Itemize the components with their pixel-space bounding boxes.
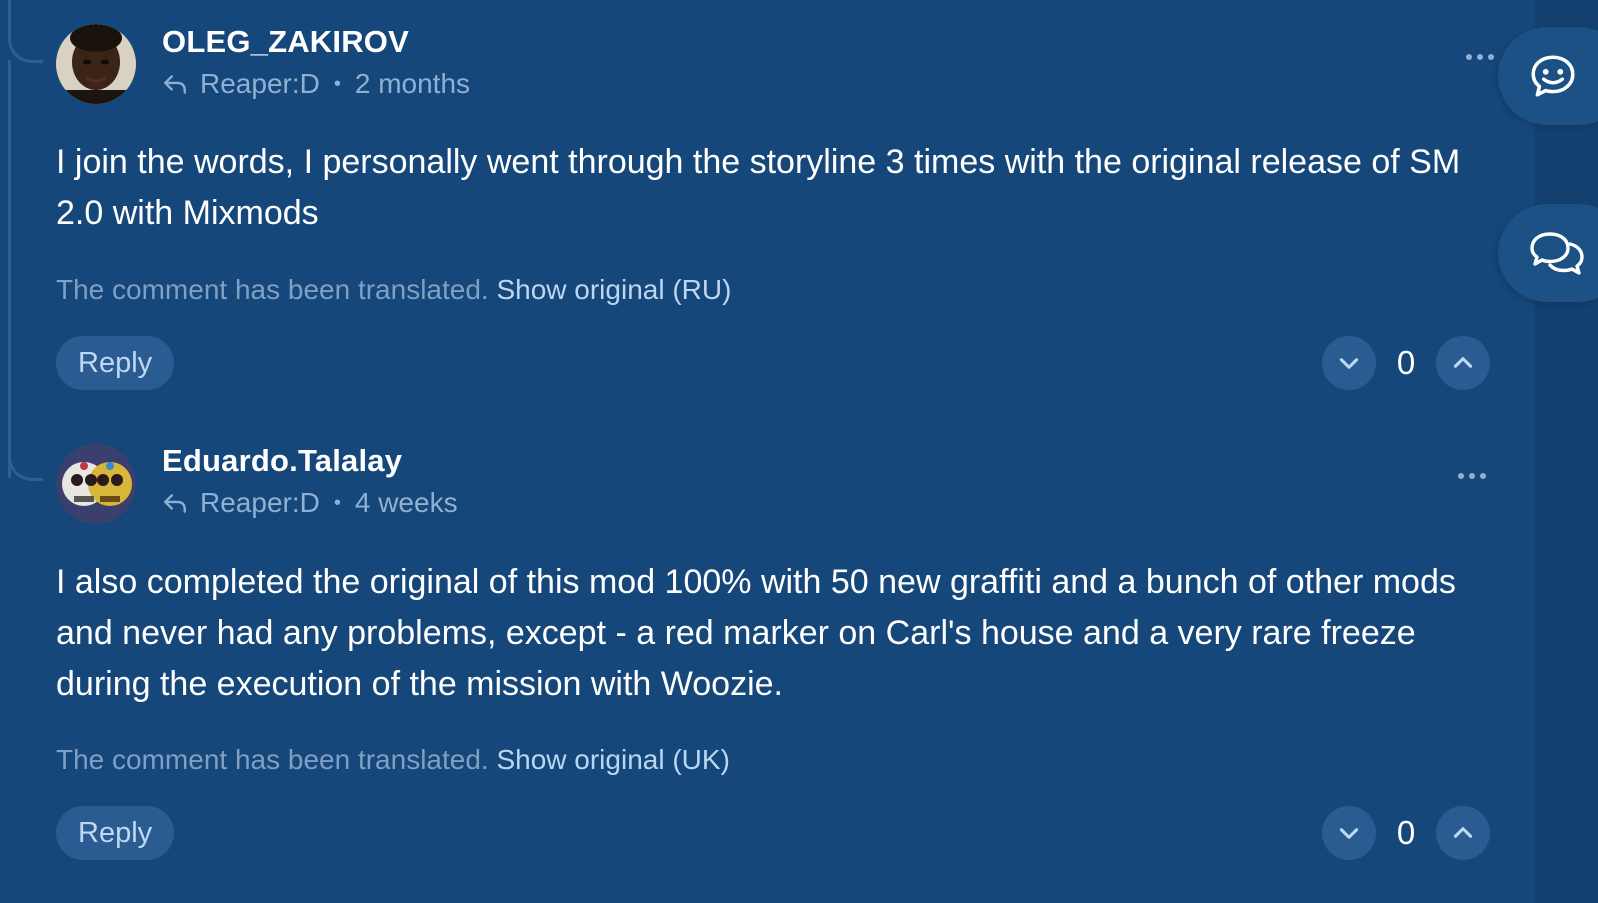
comment-item: Eduardo.Talalay Reaper:D • 4 weeks I als… bbox=[56, 440, 1496, 900]
smiley-chat-icon bbox=[1531, 55, 1575, 97]
comment-author[interactable]: Eduardo.Talalay bbox=[162, 443, 402, 479]
thread-connector bbox=[8, 300, 43, 481]
translation-note: The comment has been translated. Show or… bbox=[56, 744, 730, 776]
comment-thread-panel: OLEG_ZAKIROV Reaper:D • 2 months I join … bbox=[0, 0, 1535, 903]
downvote-button[interactable] bbox=[1322, 806, 1376, 860]
avatar[interactable] bbox=[56, 444, 136, 524]
more-options-button[interactable] bbox=[1452, 461, 1492, 491]
meta-separator: • bbox=[333, 491, 341, 514]
reply-arrow-icon bbox=[164, 75, 186, 94]
chevron-down-icon bbox=[1339, 358, 1359, 369]
chevron-down-icon bbox=[1339, 828, 1359, 839]
translation-note: The comment has been translated. Show or… bbox=[56, 274, 731, 306]
vote-controls: 0 bbox=[1322, 806, 1490, 860]
translated-label: The comment has been translated. bbox=[56, 274, 489, 305]
vote-count: 0 bbox=[1396, 344, 1416, 381]
thread-connector bbox=[8, 0, 43, 63]
reply-to-user[interactable]: Reaper:D bbox=[200, 68, 320, 100]
reply-to-user[interactable]: Reaper:D bbox=[200, 487, 320, 519]
comment-meta: Reaper:D • 4 weeks bbox=[162, 487, 458, 519]
more-options-button[interactable] bbox=[1460, 42, 1500, 72]
upvote-button[interactable] bbox=[1436, 806, 1490, 860]
comment-meta: Reaper:D • 2 months bbox=[162, 68, 470, 100]
vote-count: 0 bbox=[1396, 814, 1416, 851]
show-original-link[interactable]: Show original (UK) bbox=[496, 744, 729, 775]
comment-time: 4 weeks bbox=[354, 487, 458, 518]
avatar[interactable] bbox=[56, 24, 136, 104]
comments-screen: OLEG_ZAKIROV Reaper:D • 2 months I join … bbox=[0, 0, 1598, 903]
side-rail bbox=[1535, 0, 1598, 903]
comment-item: OLEG_ZAKIROV Reaper:D • 2 months I join … bbox=[56, 0, 1496, 420]
chat-bubbles-icon bbox=[1530, 232, 1584, 275]
reply-button[interactable]: Reply bbox=[56, 806, 175, 860]
comment-time: 2 months bbox=[354, 68, 471, 99]
emoji-reaction-button[interactable] bbox=[1498, 27, 1598, 125]
comments-button[interactable] bbox=[1498, 204, 1598, 302]
reply-arrow-icon bbox=[164, 494, 186, 513]
comment-text: I also completed the original of this mo… bbox=[56, 563, 1456, 703]
downvote-button[interactable] bbox=[1322, 336, 1376, 390]
show-original-link[interactable]: Show original (RU) bbox=[496, 274, 731, 305]
comment-text: I join the words, I personally went thro… bbox=[56, 143, 1461, 232]
meta-separator: • bbox=[333, 72, 341, 95]
vote-controls: 0 bbox=[1322, 336, 1490, 390]
translated-label: The comment has been translated. bbox=[56, 744, 489, 775]
comment-author[interactable]: OLEG_ZAKIROV bbox=[162, 24, 409, 60]
reply-button[interactable]: Reply bbox=[56, 336, 175, 390]
upvote-button[interactable] bbox=[1436, 336, 1490, 390]
chevron-up-icon bbox=[1453, 827, 1473, 838]
chevron-up-icon bbox=[1453, 357, 1473, 368]
